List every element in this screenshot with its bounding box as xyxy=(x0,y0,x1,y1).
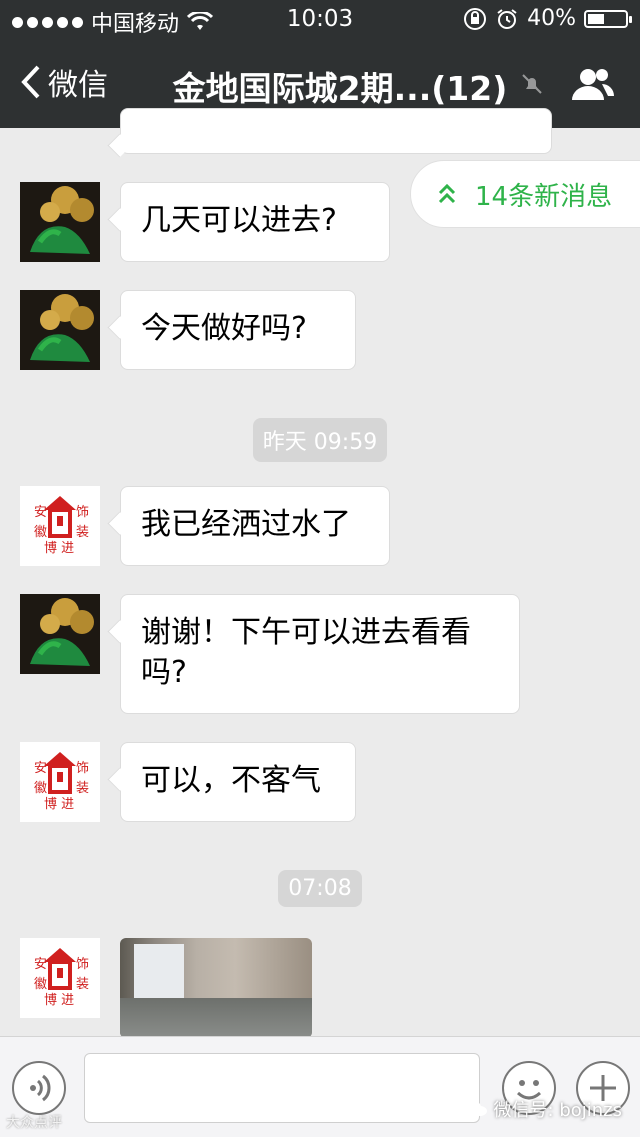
chevron-left-icon xyxy=(21,65,40,99)
logo-char: 饰 xyxy=(76,761,89,776)
message-text: 几天可以进去? xyxy=(141,203,337,238)
voice-icon xyxy=(30,1074,51,1102)
message-text: 今天做好吗? xyxy=(141,311,307,346)
logo-char: 徽 xyxy=(34,525,47,540)
new-messages-label: 14条新消息 xyxy=(475,181,613,212)
battery-icon xyxy=(584,9,632,28)
timestamp-label: 07:08 xyxy=(278,870,362,907)
avatar[interactable]: 安 饰 徽 装 博 进 xyxy=(20,486,100,566)
logo-char: 博 进 xyxy=(44,797,74,812)
logo-char: 装 xyxy=(76,977,89,992)
back-button[interactable]: 微信 xyxy=(20,60,108,104)
avatar[interactable] xyxy=(20,594,100,674)
avatar[interactable]: 安 饰 徽 装 博 进 xyxy=(20,938,100,1018)
wechat-id: 微信号: bojinzs xyxy=(493,1100,622,1121)
logo-char: 博 进 xyxy=(44,541,74,556)
avatar[interactable]: 安 饰 徽 装 博 进 xyxy=(20,742,100,822)
photo-window xyxy=(134,944,184,1004)
logo-char: 安 xyxy=(34,761,47,776)
watermark-left: 大众点评 xyxy=(6,1115,62,1131)
logo-char: 装 xyxy=(76,525,89,540)
logo-char: 饰 xyxy=(76,505,89,520)
avatar[interactable] xyxy=(20,290,100,370)
mute-icon xyxy=(522,74,542,94)
new-messages-button[interactable]: 14条新消息 xyxy=(410,160,640,228)
message-bubble[interactable]: 我已经洒过水了 xyxy=(120,486,390,566)
logo-char: 徽 xyxy=(34,977,47,992)
avatar[interactable] xyxy=(20,182,100,262)
message-text: 我已经洒过水了 xyxy=(141,507,351,542)
double-chevron-up-icon xyxy=(438,183,456,204)
image-message[interactable] xyxy=(120,938,312,1038)
logo-char: 装 xyxy=(76,781,89,796)
message-text: 可以，不客气 xyxy=(141,763,321,798)
message-bubble[interactable]: 可以，不客气 xyxy=(120,742,356,822)
voice-button[interactable] xyxy=(12,1061,66,1115)
chat-title: 金地国际城2期...(12) xyxy=(172,69,508,108)
logo-char: 徽 xyxy=(34,781,47,796)
company-logo: 安 饰 徽 装 博 进 xyxy=(20,938,100,1018)
logo-char: 博 进 xyxy=(44,993,74,1008)
logo-char: 饰 xyxy=(76,957,89,972)
company-logo: 安 饰 徽 装 博 进 xyxy=(20,742,100,822)
timestamp: 07:08 xyxy=(0,870,640,907)
photo-floor xyxy=(120,998,312,1038)
message-text: 谢谢！下午可以进去看看吗? xyxy=(141,615,471,690)
battery-percent: 40% xyxy=(527,6,576,31)
message-bubble[interactable]: 几天可以进去? xyxy=(120,182,390,262)
back-label: 微信 xyxy=(48,68,108,103)
message-input[interactable] xyxy=(84,1053,480,1123)
logo-char: 安 xyxy=(34,957,47,972)
message-bubble[interactable]: 今天做好吗? xyxy=(120,290,356,370)
company-logo: 安 饰 徽 装 博 进 xyxy=(20,486,100,566)
alarm-icon xyxy=(497,8,517,29)
message-bubble[interactable]: 谢谢！下午可以进去看看吗? xyxy=(120,594,520,714)
message-bubble-partial xyxy=(120,108,552,154)
orientation-lock-icon xyxy=(464,7,487,30)
timestamp: 昨天 09:59 xyxy=(0,418,640,462)
status-bar: 中国移动 10:03 40% xyxy=(0,0,640,40)
group-info-icon[interactable] xyxy=(568,66,616,102)
logo-char: 安 xyxy=(34,505,47,520)
timestamp-label: 昨天 09:59 xyxy=(252,418,388,462)
wechat-icon xyxy=(464,1101,487,1116)
watermark-right: 微信号: bojinzs xyxy=(464,1096,622,1122)
